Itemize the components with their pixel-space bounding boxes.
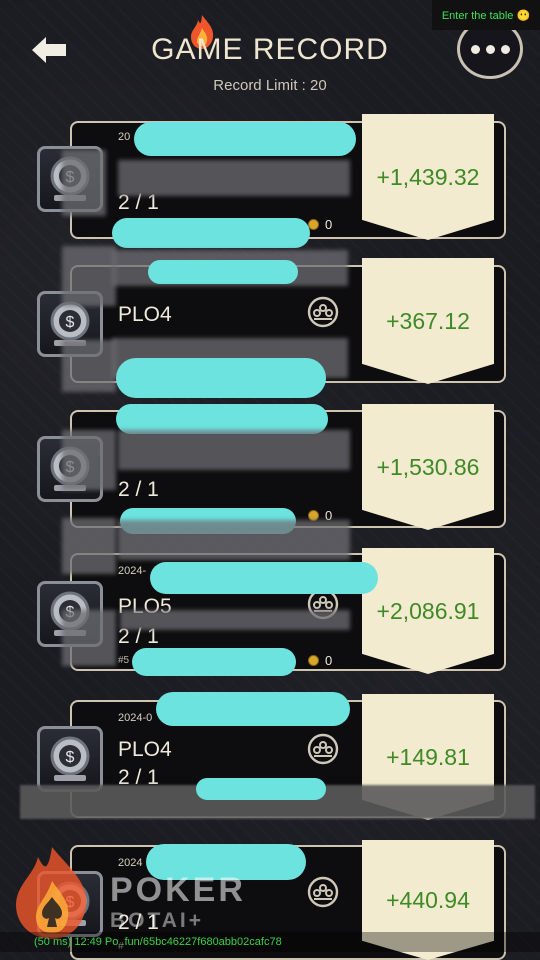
redaction-blur <box>118 430 350 470</box>
redaction-blur <box>62 150 106 216</box>
redaction-scribble <box>134 122 356 156</box>
logo-text-botai: BOTAI+ <box>110 909 205 932</box>
redaction-scribble <box>148 260 298 284</box>
dot-icon <box>470 44 480 54</box>
coin-icon <box>308 655 319 666</box>
record-limit-label: Record Limit : 20 <box>213 77 327 94</box>
redaction-scribble <box>112 218 310 248</box>
pokerbotai-logo: POKER BOTAI+ <box>10 845 280 945</box>
record-date: 2024-0 <box>118 712 153 724</box>
enter-table-link[interactable]: Enter the table 😶 <box>432 0 540 30</box>
svg-text:$: $ <box>66 314 75 331</box>
game-type-icon: $ <box>37 726 103 792</box>
dollar-chip-icon: $ <box>50 736 90 781</box>
group-icon <box>306 732 340 766</box>
svg-text:$: $ <box>66 749 75 766</box>
redaction-blur <box>62 430 116 490</box>
redaction-blur <box>118 160 350 196</box>
record-game-type: PLO4 <box>118 303 172 326</box>
dot-icon <box>485 44 495 54</box>
record-date: 20 <box>118 131 131 143</box>
profit-tag: +1,530.86 <box>362 404 494 530</box>
redaction-scribble <box>116 358 326 398</box>
redaction-scribble <box>150 562 378 594</box>
redaction-blur <box>62 246 116 306</box>
redaction-blur <box>62 610 116 666</box>
redaction-scribble <box>156 692 350 726</box>
redaction-blur <box>62 340 116 392</box>
logo-text-poker: POKER <box>110 871 246 909</box>
debug-status-bar: (50 ms) 12:49 Po .fun/65bc46227f680abb02… <box>0 932 540 952</box>
group-icon <box>306 875 340 909</box>
profit-tag: +367.12 <box>362 258 494 384</box>
coin-count: 0 <box>308 653 332 668</box>
record-game-type: PLO4 <box>118 738 172 761</box>
record-stakes: 2 / 1 <box>118 478 159 501</box>
redaction-blur <box>62 518 116 574</box>
dot-icon <box>500 44 510 54</box>
group-icon <box>306 295 340 329</box>
redaction-blur <box>118 520 350 560</box>
redaction-scribble <box>132 648 296 676</box>
coin-icon <box>308 219 319 230</box>
record-table-id: #5 <box>118 655 130 666</box>
record-date: 2024- <box>118 565 147 577</box>
coin-count: 0 <box>308 217 332 232</box>
profit-tag: +2,086.91 <box>362 548 494 674</box>
redaction-scribble <box>196 778 326 800</box>
profit-tag: +1,439.32 <box>362 114 494 240</box>
redaction-blur <box>120 610 350 630</box>
flame-logo-icon <box>16 847 87 939</box>
